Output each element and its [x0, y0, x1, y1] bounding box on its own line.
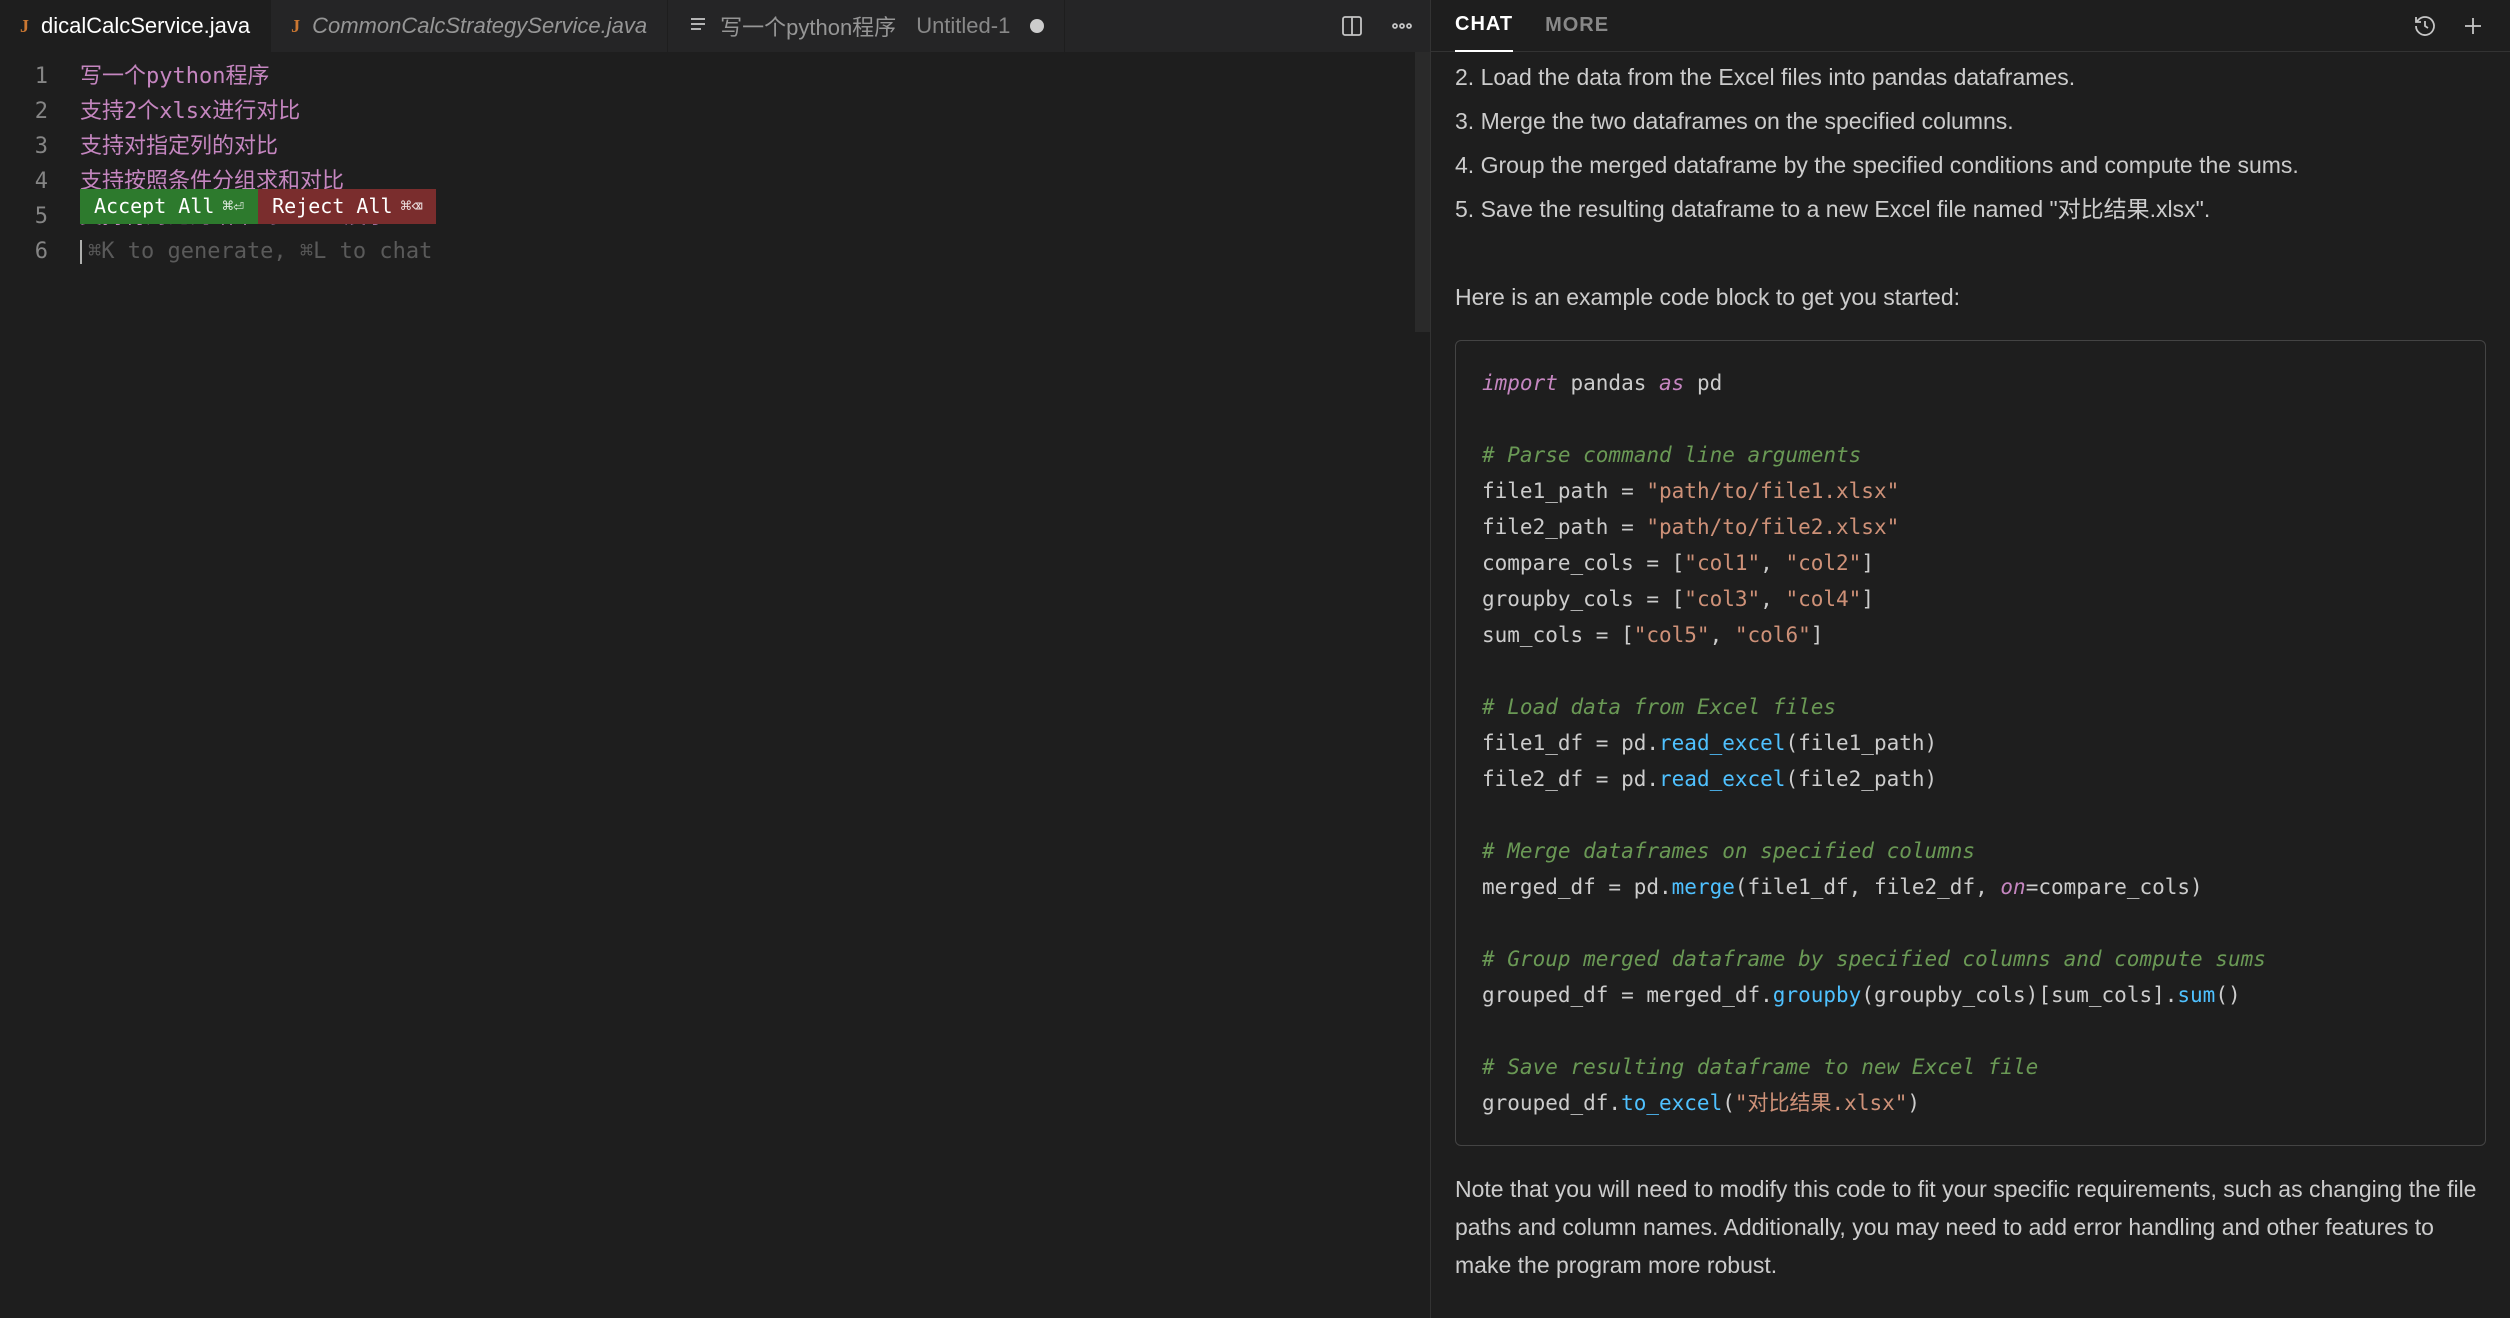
msg-line: 4. Group the merged dataframe by the spe…: [1455, 146, 2486, 184]
java-file-icon: J: [291, 16, 300, 37]
file-tab-1[interactable]: J dicalCalcService.java: [0, 0, 271, 52]
tab-filename: 写一个python程序: [720, 10, 896, 42]
java-file-icon: J: [20, 16, 29, 37]
minimap[interactable]: [1415, 52, 1430, 332]
reject-shortcut: ⌘⌫: [401, 189, 423, 224]
tab-filename: CommonCalcStrategyService.java: [312, 13, 647, 39]
tab-untitled: Untitled-1: [916, 13, 1010, 39]
inline-suggestion-bar: Accept All ⌘⏎ Reject All ⌘⌫: [80, 189, 436, 224]
accept-shortcut: ⌘⏎: [222, 189, 244, 224]
reject-label: Reject All: [272, 189, 392, 224]
text-file-icon: [688, 14, 708, 39]
msg-line: 5. Save the resulting dataframe to a new…: [1455, 190, 2486, 228]
msg-line: 3. Merge the two dataframes on the speci…: [1455, 102, 2486, 140]
code-line: 支持对指定列的对比: [80, 129, 1430, 164]
file-tab-3[interactable]: 写一个python程序 Untitled-1: [668, 0, 1065, 52]
chat-header: CHAT MORE: [1431, 0, 2510, 52]
new-chat-icon[interactable]: [2460, 13, 2486, 39]
chat-body[interactable]: 2. Load the data from the Excel files in…: [1431, 52, 2510, 1318]
code-block[interactable]: import pandas as pd # Parse command line…: [1455, 340, 2486, 1146]
msg-line: 2. Load the data from the Excel files in…: [1455, 58, 2486, 96]
code-line: 写一个python程序: [80, 59, 1430, 94]
history-icon[interactable]: [2412, 13, 2438, 39]
line-gutter: 123456: [0, 52, 80, 1318]
reject-all-button[interactable]: Reject All ⌘⌫: [258, 189, 436, 224]
code-line: 支持2个xlsx进行对比: [80, 94, 1430, 129]
split-editor-icon[interactable]: [1338, 12, 1366, 40]
file-tab-2[interactable]: J CommonCalcStrategyService.java: [271, 0, 668, 52]
accept-all-button[interactable]: Accept All ⌘⏎: [80, 189, 258, 224]
chat-header-actions: [2412, 13, 2486, 39]
editor-pane: J dicalCalcService.java J CommonCalcStra…: [0, 0, 1430, 1318]
code-editor[interactable]: 123456 Accept All ⌘⏎ Reject All ⌘⌫ 写一个py…: [0, 52, 1430, 1318]
tab-bar: J dicalCalcService.java J CommonCalcStra…: [0, 0, 1430, 52]
tab-filename: dicalCalcService.java: [41, 13, 250, 39]
more-tab[interactable]: MORE: [1545, 14, 1609, 37]
accept-label: Accept All: [94, 189, 214, 224]
code-body[interactable]: Accept All ⌘⏎ Reject All ⌘⌫ 写一个python程序 …: [80, 52, 1430, 1318]
ai-hint: ⌘K to generate, ⌘L to chat: [80, 234, 1430, 269]
msg-note: Note that you will need to modify this c…: [1455, 1170, 2486, 1284]
unsaved-dot-icon: [1030, 19, 1044, 33]
more-actions-icon[interactable]: [1388, 12, 1416, 40]
msg-intro: Here is an example code block to get you…: [1455, 278, 2486, 316]
chat-tab[interactable]: CHAT: [1455, 0, 1513, 52]
tab-actions: [1324, 0, 1430, 52]
assistant-message: 2. Load the data from the Excel files in…: [1455, 58, 2486, 1284]
chat-pane: CHAT MORE 2. Load the data from the Exce…: [1430, 0, 2510, 1318]
